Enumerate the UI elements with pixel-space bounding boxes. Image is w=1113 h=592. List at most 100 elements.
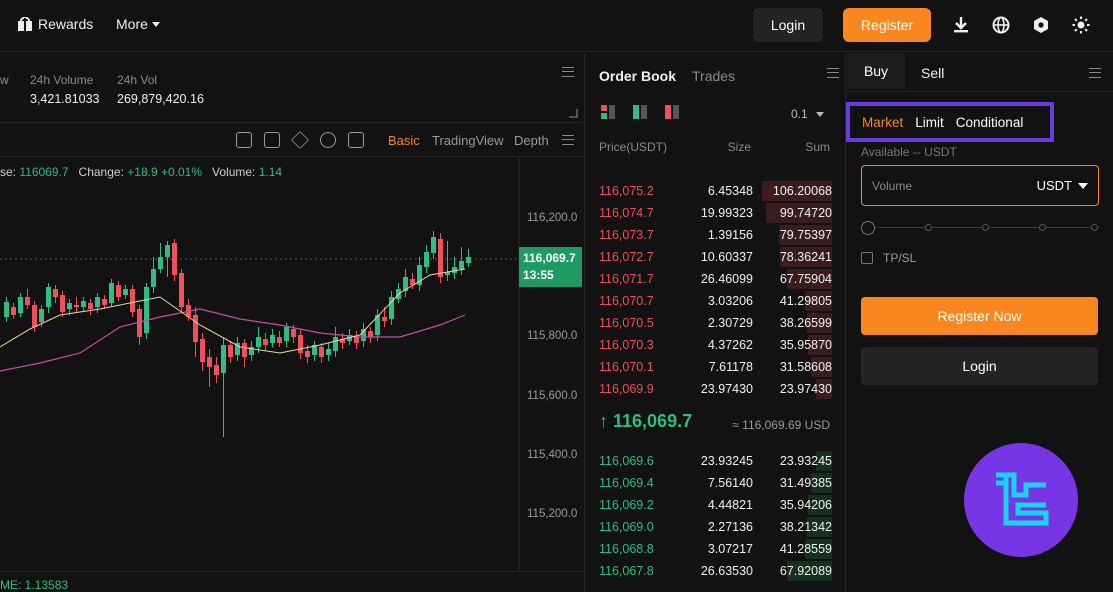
candle-body [291,329,296,337]
volume-unit-select[interactable]: USDT [1037,178,1088,193]
ask-row[interactable]: 116,072.7 10.60337 78.36241 [585,246,847,268]
ask-row[interactable]: 116,075.2 6.45348 106.20068 [585,180,847,202]
ask-row[interactable]: 116,073.7 1.39156 79.75397 [585,224,847,246]
fullscreen-icon[interactable] [348,132,364,148]
stat-24h-vol: 24h Vol 269,879,420.16 [117,73,204,106]
stat-cut: w [0,73,9,87]
bid-row[interactable]: 116,069.0 2.27136 38.21342 [585,516,847,538]
row-price: 116,070.3 [599,338,654,352]
slider-step[interactable] [1037,222,1048,233]
candle-body [207,357,212,367]
bid-row[interactable]: 116,068.8 3.07217 41.28559 [585,538,847,560]
globe-icon[interactable] [991,15,1011,35]
slider-step[interactable] [923,222,934,233]
tpsl-checkbox[interactable] [861,252,873,264]
tab-trades[interactable]: Trades [692,68,735,84]
ask-row[interactable]: 116,071.7 26.46099 67.75904 [585,268,847,290]
hexagon-icon[interactable] [1031,15,1051,35]
slider-step[interactable] [980,222,991,233]
bid-row[interactable]: 116,069.4 7.56140 31.49385 [585,472,847,494]
tab-tradingview[interactable]: TradingView [432,133,504,148]
candle-body [130,289,135,312]
candle-body [102,299,107,305]
top-navbar: Rewards More Login Register [0,0,1113,52]
caret-down-icon [815,111,824,117]
candle-body [221,345,226,373]
book-bids-view-icon[interactable] [633,105,647,119]
book-both-view-icon[interactable] [601,105,615,119]
bid-row[interactable]: 116,069.6 23.93245 23.93245 [585,450,847,472]
candle-body [109,283,114,303]
trade-panel-menu-icon[interactable] [1089,68,1101,78]
order-type-limit[interactable]: Limit [915,115,944,130]
order-type-market[interactable]: Market [862,115,903,130]
slider-handle[interactable] [861,221,875,235]
tab-buy[interactable]: Buy [847,53,905,91]
amount-slider[interactable] [861,221,1100,235]
col-price: Price(USDT) [599,140,667,154]
ask-row[interactable]: 116,070.5 2.30729 38.26599 [585,312,847,334]
pencil-icon[interactable] [290,130,310,150]
panel-login-button[interactable]: Login [861,347,1098,385]
candle-body [354,337,359,343]
bid-row[interactable]: 116,069.2 4.44821 35.94206 [585,494,847,516]
download-icon[interactable] [951,15,971,35]
volume-unit: USDT [1036,178,1072,193]
more-menu[interactable]: More [116,16,160,32]
ask-row[interactable]: 116,069.9 23.97430 23.97430 [585,378,847,400]
row-size: 1.39156 [707,228,753,242]
candle-body [319,347,324,357]
volume-value: 3,421.81033 [30,92,100,106]
ask-row[interactable]: 116,070.7 3.03206 41.29805 [585,290,847,312]
register-now-button[interactable]: Register Now [861,297,1098,335]
mid-price: ↑ 116,069.7 [599,411,693,431]
candle-body [46,287,51,307]
more-label: More [116,16,148,32]
bid-row[interactable]: 116,067.8 26.63530 67.92089 [585,560,847,582]
candle-body [438,239,443,277]
book-asks-view-icon[interactable] [665,105,679,119]
volume-placeholder: Volume [872,179,913,193]
candle-body [228,345,233,357]
tab-sell[interactable]: Sell [921,65,944,81]
ask-row[interactable]: 116,070.3 4.37262 35.95870 [585,334,847,356]
tab-depth[interactable]: Depth [514,133,549,148]
indicators-icon[interactable] [320,132,336,148]
chart-menu-icon[interactable] [562,135,574,145]
tick-size-select[interactable]: 0.1 [791,107,824,121]
row-sum: 67.92089 [779,564,832,578]
resize-corner-icon[interactable] [569,109,578,118]
login-button[interactable]: Login [753,8,823,42]
row-size: 3.07217 [707,542,753,556]
ask-row[interactable]: 116,074.7 19.99323 99.74720 [585,202,847,224]
camera-icon[interactable] [236,132,252,148]
stats-menu-icon[interactable] [562,67,574,77]
price-chart[interactable]: 116,200.0 115,800.0 115,600.0 115,400.0 … [0,157,583,571]
ask-row[interactable]: 116,070.1 7.61178 31.58608 [585,356,847,378]
candle-body [256,337,261,347]
tc-logo-icon [996,472,1049,526]
register-button[interactable]: Register [843,8,931,42]
row-price: 116,069.6 [599,454,654,468]
order-type-conditional[interactable]: Conditional [956,115,1024,130]
candle-body [88,303,93,309]
theme-icon[interactable] [1071,15,1091,35]
ticker-stats: w 24h Volume 3,421.81033 24h Vol 269,879… [0,53,583,123]
slider-step[interactable] [1089,222,1100,233]
candle-body [18,297,23,313]
tpsl-toggle[interactable]: TP/SL [861,251,916,265]
volume-input[interactable]: Volume USDT [861,165,1099,206]
row-sum: 78.36241 [779,250,832,264]
candle-body [74,305,79,307]
rewards-link[interactable]: Rewards [18,16,93,32]
tab-order-book[interactable]: Order Book [599,68,676,84]
order-book-menu-icon[interactable] [827,68,839,78]
line-chart-icon[interactable] [264,132,280,148]
caret-down-icon [151,21,160,27]
tab-basic[interactable]: Basic [388,133,420,148]
candle-body [305,351,310,357]
price-tick: 115,600.0 [527,390,578,402]
candle-body [67,303,72,309]
row-size: 7.61178 [708,360,753,374]
candle-body [382,317,387,321]
